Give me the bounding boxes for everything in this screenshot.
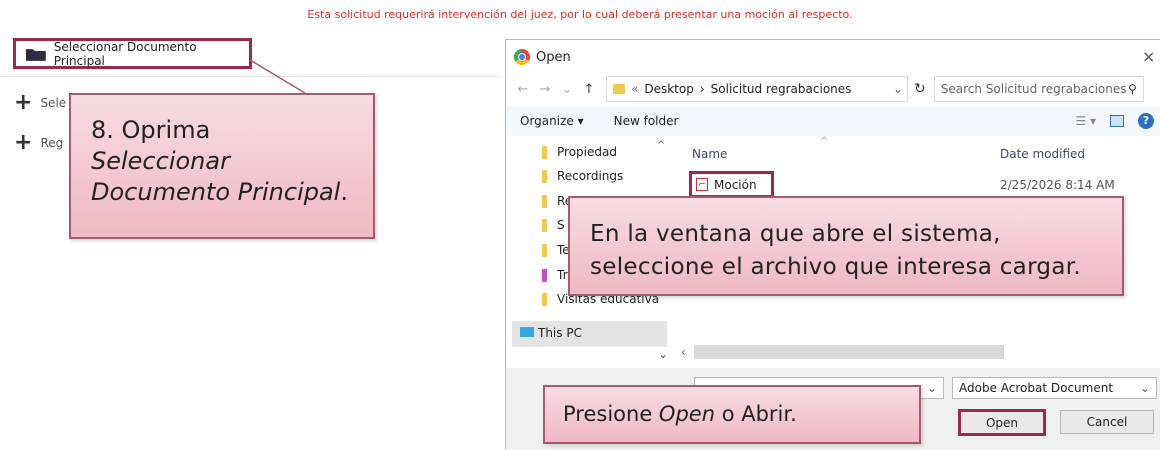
back-icon[interactable]: ← <box>512 82 534 97</box>
callout-press-open-em: Open <box>658 402 716 426</box>
callout-step-8: 8. Oprima Seleccionar Documento Principa… <box>69 93 375 239</box>
file-row-mocion[interactable]: ⌐ Moción <box>689 171 774 198</box>
search-placeholder: Search Solicitud regrabaciones <box>940 82 1127 96</box>
callout-step-8-line2: Seleccionar <box>91 147 230 175</box>
callout-step-8-period: . <box>340 178 348 206</box>
file-type-value: Adobe Acrobat Document <box>959 381 1114 395</box>
callout-press-open-suffix: o Abrir. <box>715 402 797 426</box>
forward-icon[interactable]: → <box>534 82 556 97</box>
sidebar-item-this-pc[interactable]: This PC <box>512 321 667 347</box>
dialog-title: Open <box>536 49 571 65</box>
this-pc-label: This PC <box>538 326 582 340</box>
folder-icon <box>613 84 625 94</box>
help-icon[interactable]: ? <box>1138 113 1154 129</box>
callout-select-file-line2: seleccione el archivo que interesa carga… <box>590 254 1081 280</box>
folder-icon <box>542 218 547 232</box>
sidebar-item[interactable]: Te <box>542 243 570 257</box>
sort-indicator-icon: ^ <box>820 136 829 147</box>
sidebar-item-label: Recordings <box>557 169 624 183</box>
chrome-icon <box>514 49 530 65</box>
callout-press-open-prefix: Presione <box>563 402 659 426</box>
path-segment-folder[interactable]: Solicitud regrabaciones <box>711 82 852 96</box>
path-overflow: « <box>631 82 639 96</box>
sidebar-item-label: S <box>557 218 565 232</box>
refresh-icon[interactable]: ↻ <box>914 81 926 97</box>
folder-icon <box>542 194 547 208</box>
column-header-name[interactable]: Name <box>692 147 727 161</box>
file-type-select[interactable]: Adobe Acrobat Document ⌄ <box>952 377 1157 399</box>
sidebar-item[interactable]: Tr <box>542 268 568 282</box>
dialog-titlebar: Open <box>506 40 1160 74</box>
sidebar-item-label: Tr <box>557 268 568 282</box>
view-options-icon[interactable]: ☰ ▾ <box>1075 114 1096 128</box>
cancel-button[interactable]: Cancel <box>1060 410 1154 434</box>
file-date: 2/25/2026 8:14 AM <box>1000 178 1115 192</box>
sidebar-item[interactable]: S <box>542 218 565 232</box>
folder-icon <box>542 169 547 183</box>
file-name: Moción <box>714 177 757 192</box>
path-separator: › <box>699 82 705 96</box>
path-segment-desktop[interactable]: Desktop <box>644 82 694 96</box>
folder-icon <box>542 145 547 159</box>
folder-icon <box>542 243 547 257</box>
sidebar-item-label: Propiedad <box>557 145 617 159</box>
pdf-icon: ⌐ <box>696 178 708 191</box>
column-header-date[interactable]: Date modified <box>1000 147 1085 161</box>
close-icon[interactable]: × <box>1142 47 1155 66</box>
computer-icon <box>520 327 534 337</box>
recent-dropdown-icon[interactable]: ⌄ <box>556 82 578 97</box>
preview-pane-icon[interactable] <box>1110 115 1124 127</box>
sidebar-item[interactable]: Propiedad <box>542 145 617 159</box>
search-icon: ⚲ <box>1127 82 1137 96</box>
chevron-down-icon: ⌄ <box>926 381 937 395</box>
callout-select-file: En la ventana que abre el sistema, selec… <box>568 196 1124 296</box>
chevron-down-icon: ⌄ <box>1139 381 1150 395</box>
scroll-left-icon[interactable]: ‹ <box>681 345 686 359</box>
search-input[interactable]: Search Solicitud regrabaciones ⚲ <box>933 76 1144 102</box>
callout-select-file-line1: En la ventana que abre el sistema, <box>590 221 1001 247</box>
open-button[interactable]: Open <box>958 409 1046 436</box>
callout-step-8-line3-wrap: Documento Principal. <box>91 177 373 208</box>
up-icon[interactable]: ↑ <box>578 82 600 97</box>
folder-icon <box>542 292 547 306</box>
path-dropdown-icon[interactable]: ⌄ <box>893 82 907 96</box>
horizontal-scrollbar[interactable] <box>694 345 1004 359</box>
callout-step-8-line3: Documento Principal <box>91 178 341 206</box>
new-folder-button[interactable]: New folder <box>614 114 679 128</box>
scroll-up-icon[interactable]: ^ <box>657 140 665 151</box>
folder-icon <box>542 268 547 282</box>
path-box[interactable]: « Desktop › Solicitud regrabaciones ⌄ <box>606 76 908 102</box>
address-bar: ← → ⌄ ↑ « Desktop › Solicitud regrabacio… <box>512 75 1160 103</box>
dialog-toolbar: Organize ▾ New folder ☰ ▾ ? <box>506 106 1160 136</box>
sidebar-item[interactable]: Recordings <box>542 169 623 183</box>
callout-press-open: Presione Open o Abrir. <box>543 385 921 444</box>
callout-step-8-line1: 8. Oprima <box>91 116 211 144</box>
organize-menu[interactable]: Organize ▾ <box>520 114 584 128</box>
scroll-down-icon[interactable]: ⌄ <box>658 347 668 361</box>
